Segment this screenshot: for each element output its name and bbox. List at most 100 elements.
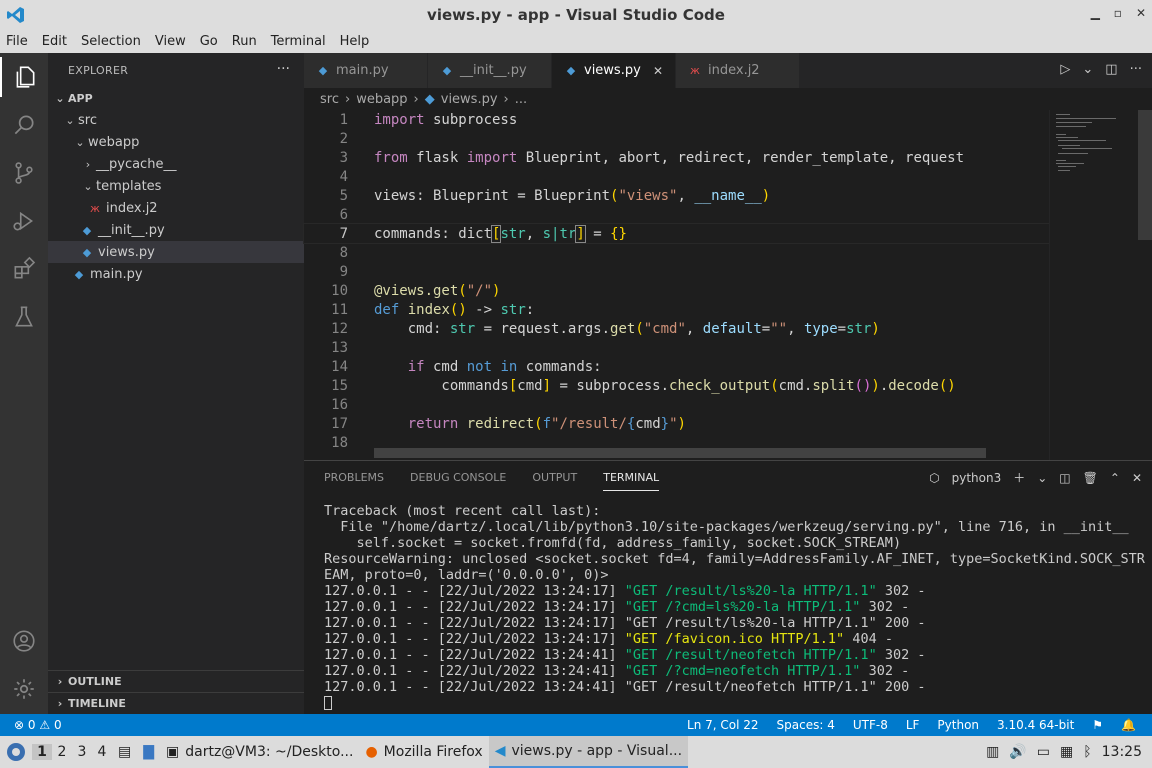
feedback-icon[interactable]: ⚑ — [1092, 718, 1103, 732]
python-interpreter[interactable]: 3.10.4 64-bit — [997, 718, 1074, 732]
explorer-icon[interactable] — [0, 57, 48, 97]
taskbar-firefox[interactable]: ● Mozilla Firefox — [359, 736, 488, 768]
line-number: 9 — [339, 263, 348, 280]
workspace-4[interactable]: 4 — [92, 744, 112, 760]
terminal-prompt[interactable] — [324, 695, 1144, 711]
chevron-down-icon[interactable]: ⌄ — [1082, 62, 1093, 77]
menu-selection[interactable]: Selection — [81, 34, 141, 49]
taskbar-vscode[interactable]: ◀ views.py - app - Visual... — [488, 736, 689, 768]
language-mode[interactable]: Python — [937, 718, 979, 732]
code-line: 3 from flask import Blueprint, abort, red… — [304, 148, 1049, 167]
run-debug-icon[interactable] — [0, 201, 48, 241]
timeline-label: TIMELINE — [68, 697, 126, 710]
tab-main-py[interactable]: ◆ main.py — [304, 53, 428, 88]
log-request: "GET /?cmd=neofetch HTTP/1.1" — [624, 663, 861, 679]
terminal-output[interactable]: Traceback (most recent call last): File … — [324, 503, 1145, 711]
explorer-root-app[interactable]: ⌄ APP — [48, 87, 304, 109]
vertical-scrollbar[interactable] — [1138, 110, 1152, 240]
source-control-icon[interactable] — [0, 153, 48, 193]
tree-folder-pycache[interactable]: › __pycache__ — [48, 153, 304, 175]
run-file-icon[interactable]: ▷ — [1060, 62, 1070, 77]
outline-section[interactable]: › OUTLINE — [48, 670, 304, 692]
menu-view[interactable]: View — [155, 34, 186, 49]
tab-index-j2[interactable]: ж index.j2 — [676, 53, 800, 88]
breadcrumb-more[interactable]: ... — [515, 92, 527, 107]
breadcrumb-src[interactable]: src — [320, 92, 339, 107]
minimap[interactable] — [1049, 110, 1152, 460]
notifications-bell-icon[interactable]: 🔔 — [1121, 718, 1136, 732]
maximize-icon[interactable]: ▫ — [1114, 6, 1122, 20]
chevron-down-icon[interactable]: ⌄ — [1037, 471, 1047, 485]
menu-help[interactable]: Help — [340, 34, 370, 49]
line-number: 7 — [339, 225, 348, 242]
tree-file-init-py[interactable]: ◆ __init__.py — [48, 219, 304, 241]
menu-run[interactable]: Run — [232, 34, 257, 49]
tab-init-py[interactable]: ◆ __init__.py — [428, 53, 552, 88]
close-tab-icon[interactable]: ✕ — [653, 64, 663, 78]
terminal-line: File "/home/dartz/.local/lib/python3.10/… — [324, 519, 1129, 535]
log-time: [22/Jul/2022 13:24:41] — [437, 647, 625, 663]
code-editor[interactable]: 1 import subprocess 2 3 from flask import … — [303, 110, 1050, 460]
tree-file-index-j2[interactable]: ж index.j2 — [48, 197, 304, 219]
log-prefix: 127.0.0.1 - - — [324, 647, 438, 663]
settings-gear-icon[interactable] — [0, 669, 48, 709]
problems-indicator[interactable]: ⊗ 0 ⚠ 0 — [14, 718, 62, 732]
breadcrumb-views-py[interactable]: views.py — [441, 92, 498, 107]
tree-file-views-py[interactable]: ◆ views.py — [48, 241, 304, 263]
trash-icon[interactable]: 🗑 — [1083, 471, 1098, 485]
code-line: 9 — [304, 262, 1049, 281]
notes-icon[interactable]: ▭ — [1037, 744, 1050, 760]
menu-file[interactable]: File — [6, 34, 28, 49]
tree-file-main-py[interactable]: ◆ main.py — [48, 263, 304, 285]
timeline-section[interactable]: › TIMELINE — [48, 692, 304, 714]
close-panel-icon[interactable]: ✕ — [1132, 471, 1142, 485]
clock[interactable]: 13:25 — [1102, 744, 1142, 760]
encoding[interactable]: UTF-8 — [853, 718, 888, 732]
end-of-line[interactable]: LF — [906, 718, 920, 732]
indentation[interactable]: Spaces: 4 — [777, 718, 835, 732]
testing-icon[interactable] — [0, 297, 48, 337]
network-icon[interactable]: ▦ — [1060, 744, 1073, 760]
taskbar-terminal[interactable]: ▣ dartz@VM3: ~/Deskto... — [160, 736, 359, 768]
tree-folder-src[interactable]: ⌄ src — [48, 109, 304, 131]
tab-debug-console[interactable]: DEBUG CONSOLE — [410, 471, 506, 484]
file-manager-icon[interactable]: ▤ — [112, 736, 137, 768]
menu-edit[interactable]: Edit — [42, 34, 67, 49]
split-editor-icon[interactable]: ◫ — [1105, 62, 1117, 77]
line-number: 12 — [331, 320, 348, 337]
more-actions-icon[interactable]: ··· — [1130, 62, 1142, 77]
tab-problems[interactable]: PROBLEMS — [324, 471, 384, 484]
new-terminal-icon[interactable]: ＋ — [1013, 469, 1025, 486]
menu-go[interactable]: Go — [200, 34, 218, 49]
split-terminal-icon[interactable]: ◫ — [1059, 471, 1070, 485]
chevron-up-icon[interactable]: ⌃ — [1110, 471, 1120, 485]
tab-output[interactable]: OUTPUT — [532, 471, 577, 484]
workspace-3[interactable]: 3 — [72, 744, 92, 760]
show-desktop-icon[interactable]: ▇ — [137, 736, 160, 768]
terminal-shell-name[interactable]: python3 — [952, 471, 1002, 485]
menu-terminal[interactable]: Terminal — [271, 34, 326, 49]
log-prefix: 127.0.0.1 - - — [324, 663, 438, 679]
bluetooth-icon[interactable]: ᛒ — [1083, 744, 1091, 760]
breadcrumb-webapp[interactable]: webapp — [356, 92, 407, 107]
minimize-icon[interactable]: ▁ — [1091, 6, 1100, 20]
clipboard-icon[interactable]: ▥ — [986, 744, 999, 760]
chevron-right-icon: › — [85, 157, 91, 171]
search-icon[interactable] — [0, 105, 48, 145]
horizontal-scrollbar[interactable] — [374, 448, 986, 458]
workspace-2[interactable]: 2 — [52, 744, 72, 760]
editor-area: ◆ main.py ◆ __init__.py ◆ views.py ✕ ж index.… — [303, 53, 1152, 460]
extensions-icon[interactable] — [0, 249, 48, 289]
tab-terminal[interactable]: TERMINAL — [603, 471, 660, 491]
cursor-position[interactable]: Ln 7, Col 22 — [687, 718, 759, 732]
tree-folder-webapp[interactable]: ⌄ webapp — [48, 131, 304, 153]
workspace-1[interactable]: 1 — [32, 744, 52, 760]
code-line: 10 @views.get("/") — [304, 281, 1049, 300]
volume-icon[interactable]: 🔊 — [1009, 744, 1026, 760]
accounts-icon[interactable] — [0, 621, 48, 661]
start-menu-button[interactable] — [0, 736, 32, 768]
close-window-icon[interactable]: ✕ — [1136, 6, 1146, 20]
more-actions-icon[interactable]: ··· — [277, 61, 290, 77]
tree-folder-templates[interactable]: ⌄ templates — [48, 175, 304, 197]
tab-views-py[interactable]: ◆ views.py ✕ — [552, 53, 676, 88]
